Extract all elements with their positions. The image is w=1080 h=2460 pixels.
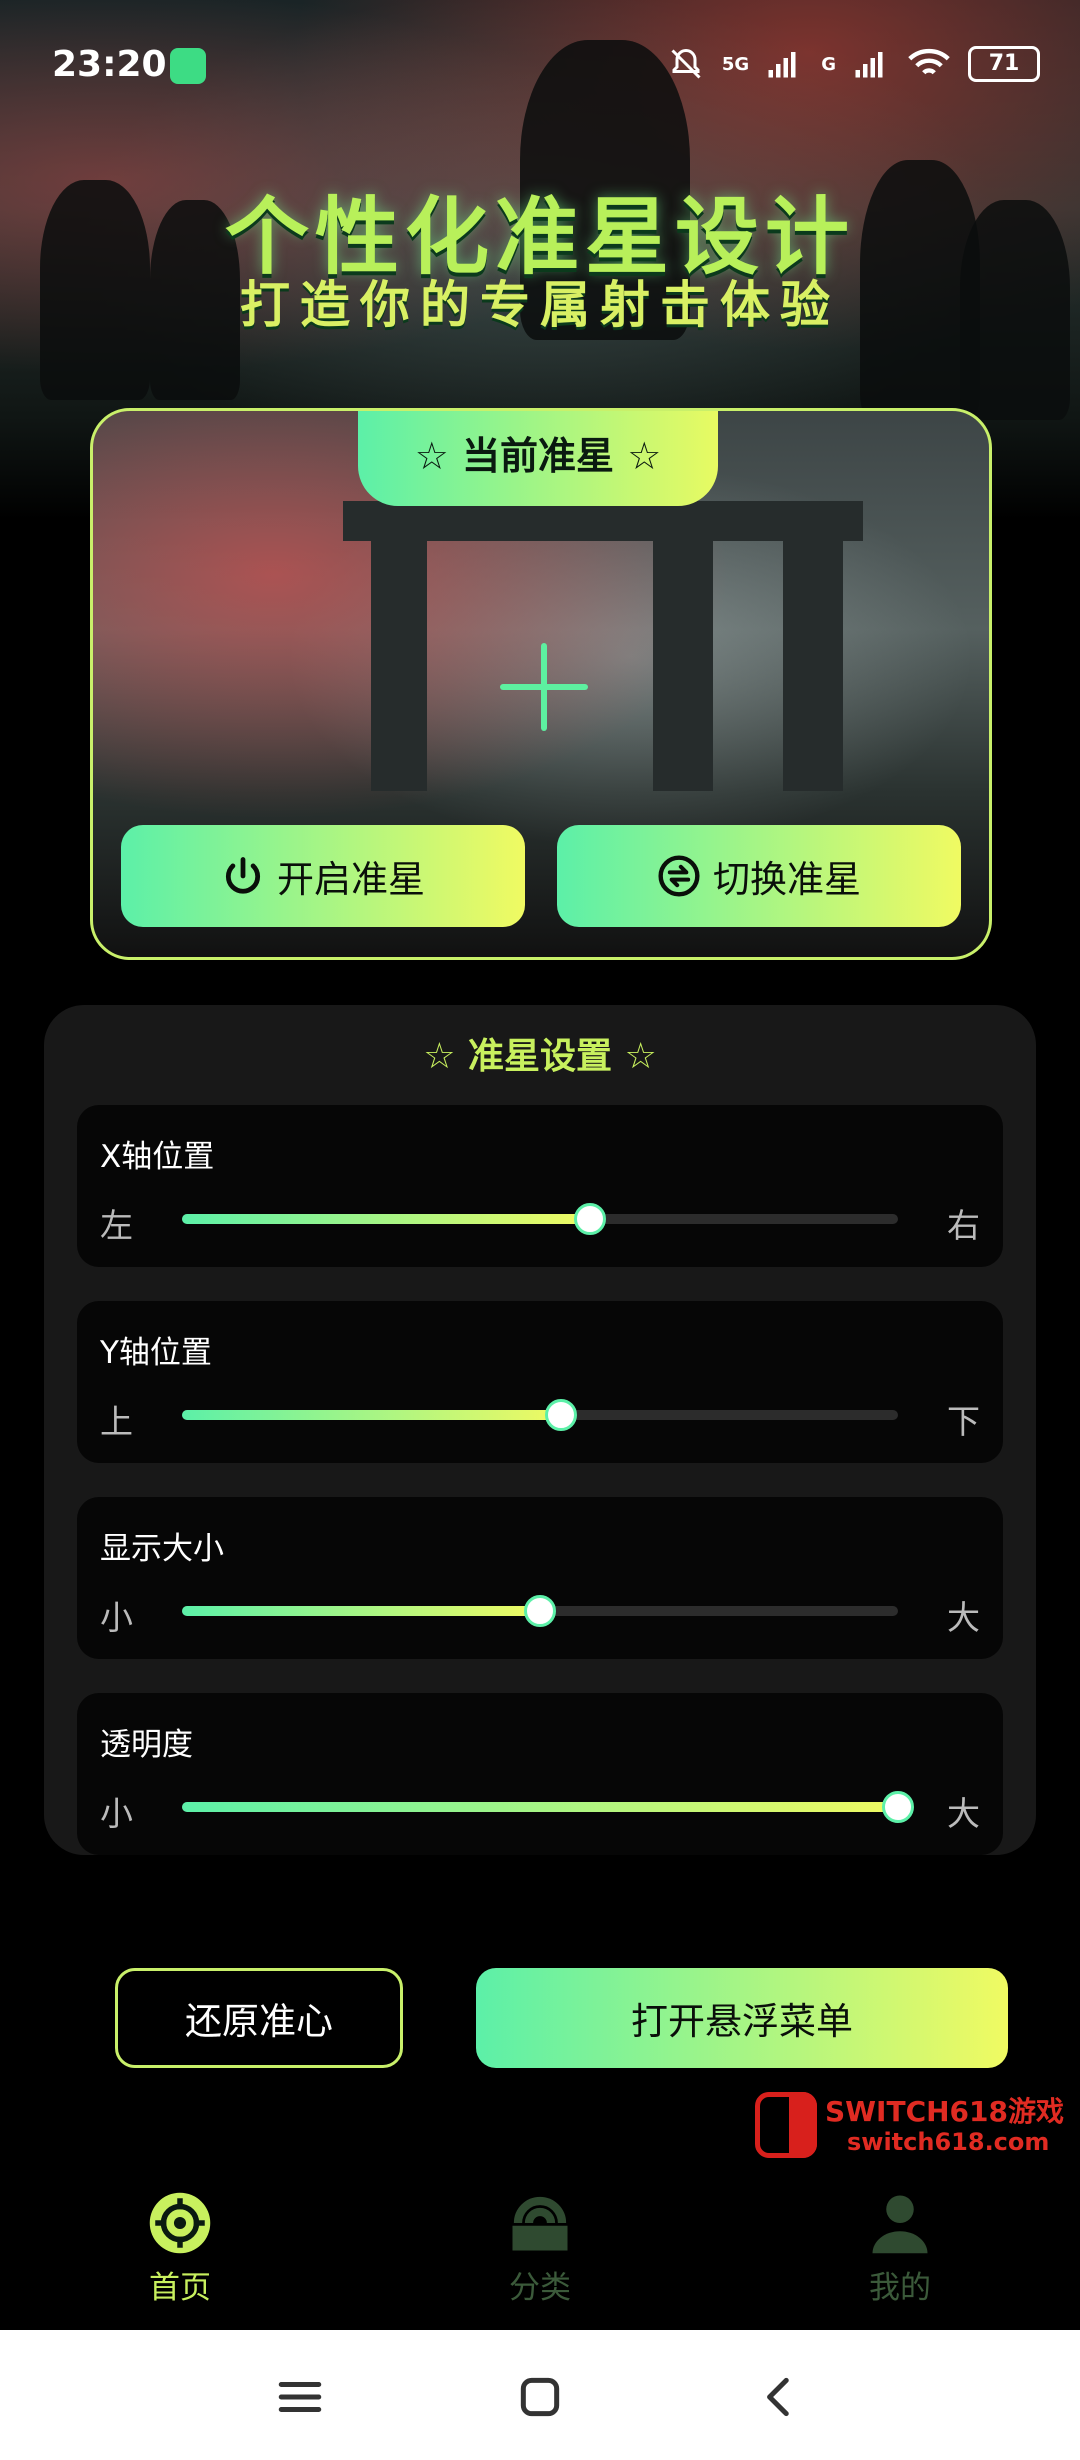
tab-category[interactable]: 分类 (440, 2190, 640, 2307)
crosshair-settings-panel: ☆ 准星设置 ☆ X轴位置 左 右 Y轴位置 上 下 显示大小 小 大 透明度 … (44, 1005, 1036, 1855)
slider-fill (182, 1410, 562, 1420)
slider-fill (182, 1606, 540, 1616)
bell-muted-icon (671, 48, 701, 79)
signal-icon (768, 52, 796, 78)
back-icon[interactable] (755, 2372, 805, 2422)
slider-label: 透明度 (100, 1727, 193, 1763)
network-g-label: G (821, 53, 836, 75)
android-app-icon (170, 48, 206, 84)
enable-crosshair-label: 开启准星 (277, 858, 425, 901)
watermark-line1: SWITCH618游戏 (825, 2095, 1064, 2128)
power-icon (225, 857, 261, 894)
switch-logo-icon (755, 2092, 817, 2158)
crosshair-icon (149, 2192, 211, 2254)
switch-crosshair-button[interactable]: 切换准星 (557, 825, 961, 927)
bottom-tab-bar: 首页 分类 我的 (0, 2180, 1080, 2330)
slider-min-label: 上 (100, 1402, 133, 1441)
crosshair-preview-card: ☆ 当前准星 ☆ 开启准星 切换准星 (90, 408, 992, 960)
slider-fill (182, 1214, 591, 1224)
y-position-slider[interactable] (182, 1399, 898, 1431)
watermark: SWITCH618游戏 switch618.com (755, 2090, 1067, 2160)
slider-min-label: 左 (100, 1206, 133, 1245)
tab-mine[interactable]: 我的 (800, 2190, 1000, 2307)
battery-icon: 71 (968, 46, 1040, 82)
slider-knob[interactable] (524, 1595, 556, 1627)
watermark-line2: switch618.com (847, 2128, 1050, 2156)
signal-icon-2 (855, 52, 883, 78)
opacity-slider[interactable] (182, 1791, 914, 1823)
home-square-icon[interactable] (515, 2372, 565, 2422)
tab-home[interactable]: 首页 (80, 2190, 280, 2307)
slider-min-label: 小 (100, 1598, 133, 1637)
open-float-menu-button[interactable]: 打开悬浮菜单 (476, 1968, 1008, 2068)
slider-max-label: 下 (947, 1402, 980, 1441)
hero-subtitle: 打造你的专属射击体验 (240, 276, 840, 334)
settings-title: ☆ 准星设置 ☆ (423, 1036, 657, 1077)
slider-knob[interactable] (545, 1399, 578, 1431)
slider-max-label: 大 (947, 1794, 980, 1833)
tab-home-label: 首页 (149, 2270, 211, 2306)
slider-knob[interactable] (574, 1203, 607, 1235)
x-position-slider-row: X轴位置 左 右 (77, 1105, 1003, 1267)
x-position-slider[interactable] (182, 1203, 898, 1235)
y-position-slider-row: Y轴位置 上 下 (77, 1301, 1003, 1463)
slider-label: Y轴位置 (100, 1335, 212, 1371)
slider-knob[interactable] (882, 1791, 914, 1823)
size-slider-row: 显示大小 小 大 (77, 1497, 1003, 1659)
status-time: 23:20 (52, 44, 167, 85)
opacity-slider-row: 透明度 小 大 (77, 1693, 1003, 1855)
slider-min-label: 小 (100, 1794, 133, 1833)
tab-category-label: 分类 (509, 2270, 571, 2306)
menu-icon[interactable] (275, 2372, 325, 2422)
slider-label: 显示大小 (100, 1531, 224, 1567)
switch-icon (658, 855, 700, 897)
wifi-icon (908, 48, 950, 75)
slider-max-label: 右 (947, 1206, 980, 1245)
reset-crosshair-button[interactable]: 还原准心 (115, 1968, 403, 2068)
switch-crosshair-label: 切换准星 (713, 858, 861, 901)
status-bar: 23:20 5G G 71 (0, 0, 1080, 130)
enable-crosshair-button[interactable]: 开启准星 (121, 825, 525, 927)
user-icon (872, 2195, 928, 2254)
current-crosshair-tab: ☆ 当前准星 ☆ (358, 411, 718, 506)
tab-mine-label: 我的 (869, 2270, 931, 2306)
slider-label: X轴位置 (100, 1139, 215, 1175)
system-nav-bar (0, 2330, 1080, 2460)
slider-max-label: 大 (947, 1598, 980, 1637)
slider-fill (182, 1802, 898, 1812)
category-icon (512, 2196, 568, 2251)
crosshair-vertical (541, 643, 547, 731)
network-5g-label: 5G (721, 53, 750, 75)
size-slider[interactable] (182, 1595, 898, 1627)
